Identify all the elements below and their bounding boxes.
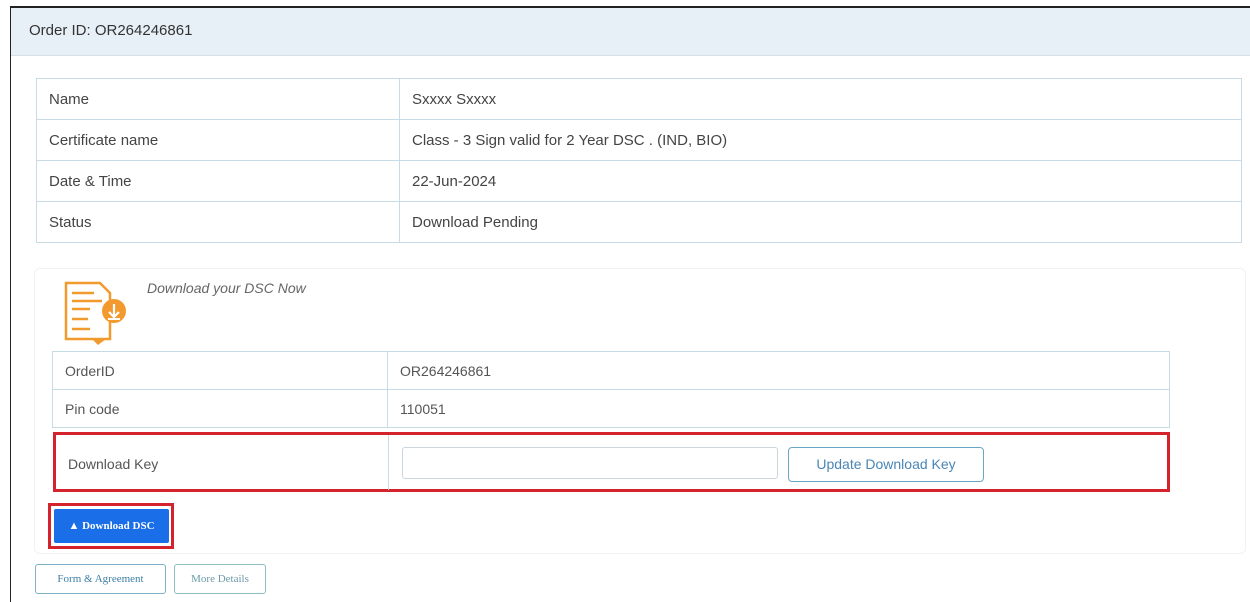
name-label: Name [36,78,400,120]
status-badge: Download Pending [399,201,1242,243]
update-download-key-button[interactable]: Update Download Key [788,447,984,482]
date-time-label: Date & Time [36,160,400,202]
certificate-name-value: Class - 3 Sign valid for 2 Year DSC . (I… [399,119,1242,161]
download-key-divider [388,435,389,490]
order-info-table: Name Sxxxx Sxxxx Certificate name Class … [36,78,1242,243]
order-id-label: OrderID [52,351,388,390]
download-dsc-label: Download DSC [82,520,155,532]
table-row: Certificate name Class - 3 Sign valid fo… [36,119,1242,161]
download-key-label: Download Key [68,456,159,472]
download-info-table: OrderID OR264246861 Pin code 110051 [52,351,1170,428]
certificate-name-label: Certificate name [36,119,400,161]
pin-code-value: 110051 [387,389,1170,428]
table-row: Date & Time 22-Jun-2024 [36,160,1242,202]
more-details-button[interactable]: More Details [174,564,266,594]
status-label: Status [36,201,400,243]
order-id-value: OR264246861 [387,351,1170,390]
upload-triangle-icon: ▲ [68,520,80,532]
table-row: Status Download Pending [36,201,1242,243]
certificate-download-icon [64,281,126,345]
order-id-text: Order ID: OR264246861 [29,22,193,39]
table-row: OrderID OR264246861 [52,351,1170,390]
table-row: Pin code 110051 [52,389,1170,428]
name-value: Sxxxx Sxxxx [399,78,1242,120]
date-time-value: 22-Jun-2024 [399,160,1242,202]
download-section-title: Download your DSC Now [147,280,306,296]
table-row: Name Sxxxx Sxxxx [36,78,1242,120]
pin-code-label: Pin code [52,389,388,428]
order-id-header: Order ID: OR264246861 [11,8,1250,56]
download-key-input[interactable] [402,447,778,479]
form-agreement-button[interactable]: Form & Agreement [35,564,166,594]
download-dsc-button[interactable]: ▲ Download DSC [54,509,169,543]
